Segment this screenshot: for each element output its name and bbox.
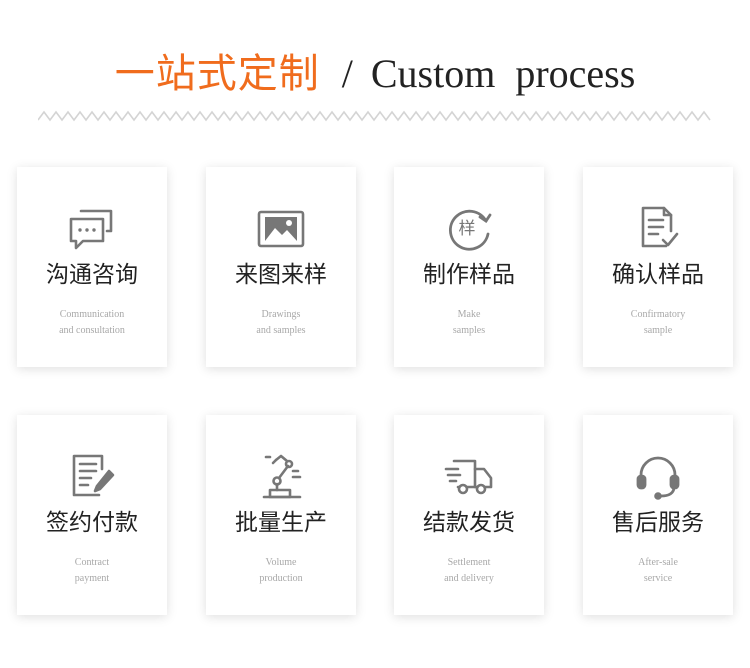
step-card-contract: 签约付款 Contract payment xyxy=(17,415,167,615)
contract-sign-icon xyxy=(67,451,117,501)
step-title: 沟通咨询 xyxy=(46,262,138,288)
title-separator: / xyxy=(341,51,353,96)
delivery-truck-icon xyxy=(444,451,494,501)
sample-cycle-icon: 样 xyxy=(444,203,494,253)
step-subtitle: Contract payment xyxy=(74,557,110,584)
title-chinese: 一站式定制 xyxy=(114,51,320,97)
step-title: 结款发货 xyxy=(423,510,515,536)
chat-bubbles-icon xyxy=(67,203,117,253)
step-subtitle: After-sale service xyxy=(638,557,678,584)
robot-arm-icon xyxy=(256,451,306,501)
step-subtitle: Drawings and samples xyxy=(256,309,306,336)
step-card-communication: 沟通咨询 Communication and consultation xyxy=(17,167,167,367)
step-card-volume-production: 批量生产 Volume production xyxy=(206,415,356,615)
title-english: Custom process xyxy=(370,51,636,96)
step-card-after-sale: 售后服务 After-sale service xyxy=(583,415,733,615)
sample-glyph: 样 xyxy=(459,219,476,239)
step-subtitle: Settlement and delivery xyxy=(444,557,494,584)
step-subtitle: Make samples xyxy=(452,309,486,336)
step-title: 来图来样 xyxy=(235,262,327,288)
page-title: 一站式定制 / Custom process xyxy=(0,44,750,104)
step-subtitle: Confirmatory sample xyxy=(630,309,686,336)
step-title: 确认样品 xyxy=(612,262,704,288)
document-check-icon xyxy=(633,203,683,253)
step-title: 批量生产 xyxy=(235,510,327,536)
step-card-confirm-sample: 确认样品 Confirmatory sample xyxy=(583,167,733,367)
headset-icon xyxy=(633,451,683,501)
zigzag-divider xyxy=(38,110,711,122)
step-title: 制作样品 xyxy=(423,262,515,288)
step-card-drawings: 来图来样 Drawings and samples xyxy=(206,167,356,367)
step-card-settlement-delivery: 结款发货 Settlement and delivery xyxy=(394,415,544,615)
picture-icon xyxy=(256,203,306,253)
step-subtitle: Communication and consultation xyxy=(59,309,125,336)
step-card-make-samples: 样 制作样品 Make samples xyxy=(394,167,544,367)
step-title: 签约付款 xyxy=(46,510,138,536)
step-title: 售后服务 xyxy=(612,510,704,536)
step-subtitle: Volume production xyxy=(259,557,303,584)
